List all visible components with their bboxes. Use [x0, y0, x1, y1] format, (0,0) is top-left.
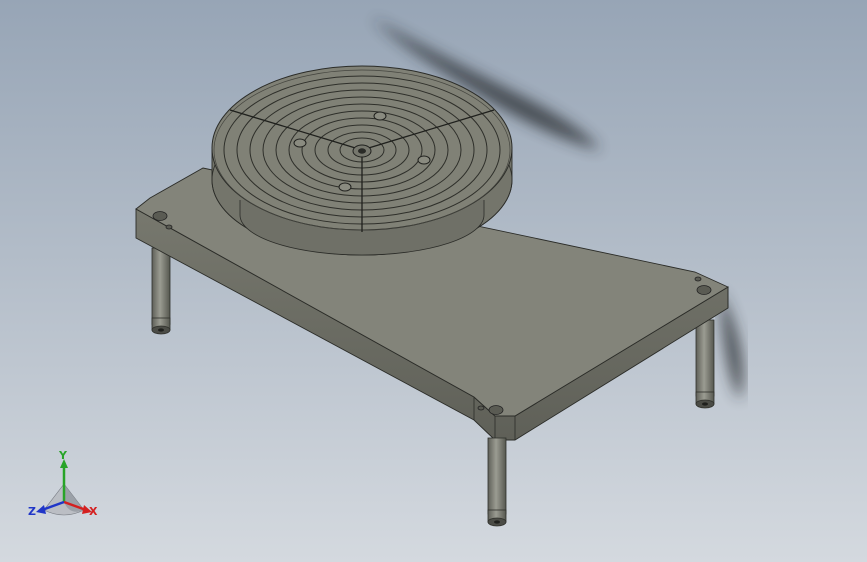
leg-back-left[interactable] [151, 247, 171, 335]
x-axis-label: X [89, 505, 98, 518]
center-bore [358, 148, 366, 154]
pin-hole [477, 405, 485, 411]
leg-back-right[interactable] [695, 319, 715, 409]
model-view[interactable]: Y X Z [0, 0, 867, 562]
mount-hole [152, 211, 168, 221]
graphics-viewport[interactable]: Y X Z [0, 0, 867, 562]
mount-hole [696, 285, 712, 295]
turntable[interactable] [211, 65, 513, 256]
reference-triad[interactable]: Y X Z [28, 449, 98, 518]
z-axis-label: Z [28, 505, 36, 518]
pin-hole [165, 224, 173, 230]
pin-hole [694, 276, 702, 282]
mount-hole [488, 405, 504, 415]
leg-front[interactable] [487, 437, 507, 527]
y-axis-label: Y [58, 449, 68, 462]
